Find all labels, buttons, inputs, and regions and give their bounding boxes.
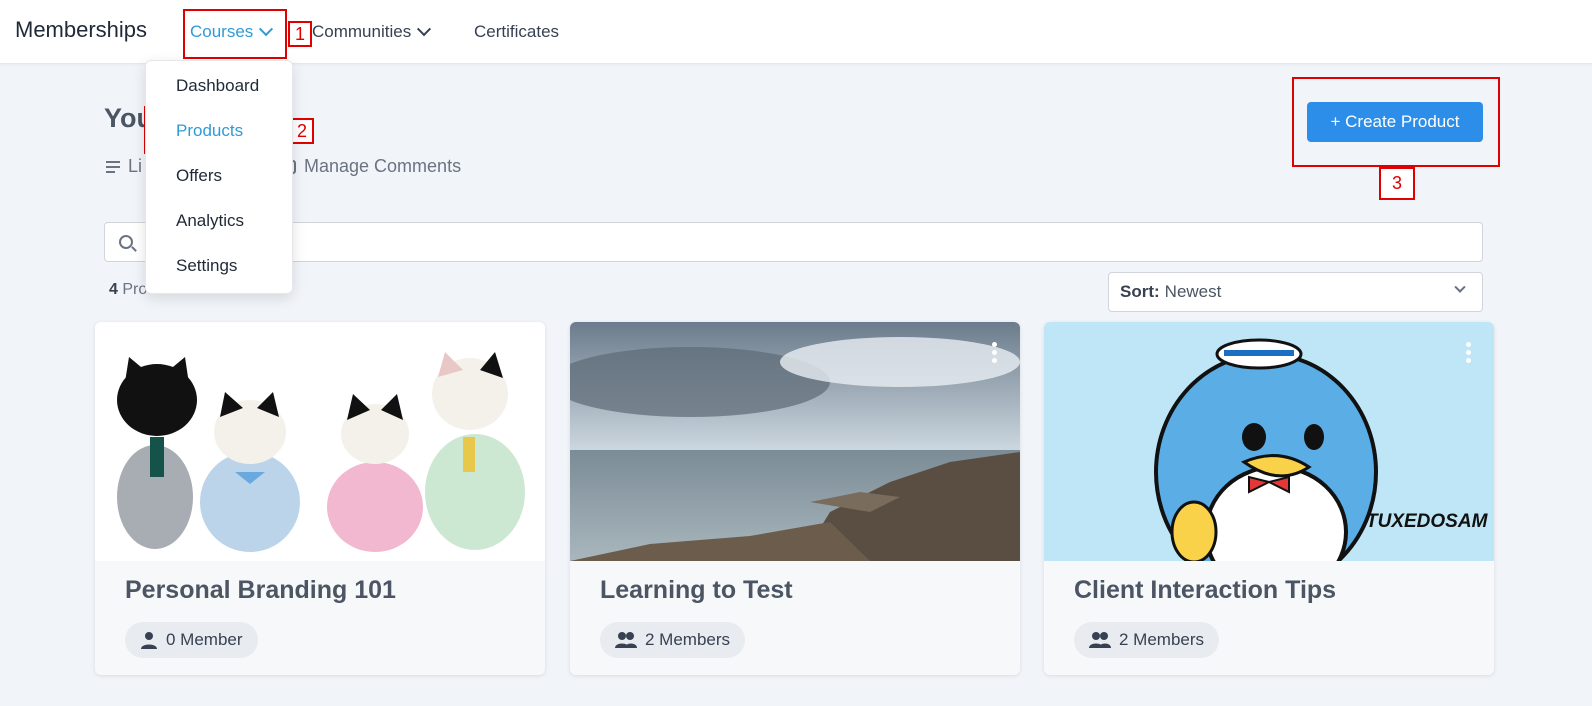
list-icon [106,160,120,173]
member-count-badge: 0 Member [125,622,258,658]
product-image-beach [570,322,1020,561]
courses-dropdown-menu: Dashboard Products Offers Analytics Sett… [145,60,293,294]
member-count-badge: 2 Members [600,622,746,658]
product-title[interactable]: Learning to Test [600,576,793,605]
product-title[interactable]: Personal Branding 101 [125,576,396,605]
chevron-down-icon [1454,281,1466,293]
subnav-list-link[interactable]: Li [106,156,142,177]
member-count-text: 2 Members [1119,630,1205,649]
menu-item-analytics[interactable]: Analytics [176,211,244,231]
member-count-text: 2 Members [645,630,731,649]
menu-item-products[interactable]: Products [176,121,243,141]
product-card[interactable]: Personal Branding 101 0 Member [95,322,545,675]
manage-comments-label: Manage Comments [304,156,462,176]
penguin-logo-text: TUXEDOSAM [1366,511,1489,532]
sort-value: Newest [1164,282,1222,301]
person-icon [141,632,157,649]
sort-select[interactable]: Sort: Newest [1108,272,1483,312]
nav-certificates[interactable]: Certificates [474,22,559,42]
menu-item-dashboard[interactable]: Dashboard [176,76,259,96]
product-image-penguin: TUXEDOSAM [1044,322,1494,561]
member-count-text: 0 Member [166,630,243,649]
more-options-icon[interactable] [1466,342,1472,364]
annotation-box-3 [1292,77,1500,167]
search-input[interactable] [145,223,1465,261]
sort-label: Sort: [1120,282,1160,301]
search-box [104,222,1483,262]
more-options-icon[interactable] [992,342,998,364]
nav-communities-label: Communities [312,22,412,41]
people-icon [615,632,637,648]
product-card[interactable]: TUXEDOSAM Client Interaction Tips 2 Memb… [1044,322,1494,675]
product-title[interactable]: Client Interaction Tips [1074,576,1336,605]
product-count-number: 4 [109,281,118,298]
menu-item-offers[interactable]: Offers [176,166,222,186]
nav-communities[interactable]: Communities [312,22,432,42]
product-card[interactable]: Learning to Test 2 Members [570,322,1020,675]
annotation-box-1 [183,9,287,59]
product-image-cats [95,322,545,561]
annotation-label-1: 1 [288,21,312,47]
member-count-badge: 2 Members [1074,622,1220,658]
menu-item-settings[interactable]: Settings [176,256,237,276]
annotation-label-2: 2 [290,118,314,144]
nav-certificates-label: Certificates [474,22,560,41]
chevron-down-icon [417,22,432,37]
manage-comments-link[interactable]: Manage Comments [282,156,461,177]
people-icon [1089,632,1111,648]
search-icon [119,235,133,249]
subnav-list-label: Li [128,156,143,176]
brand-title: Memberships [15,17,148,42]
annotation-label-3: 3 [1379,167,1415,200]
